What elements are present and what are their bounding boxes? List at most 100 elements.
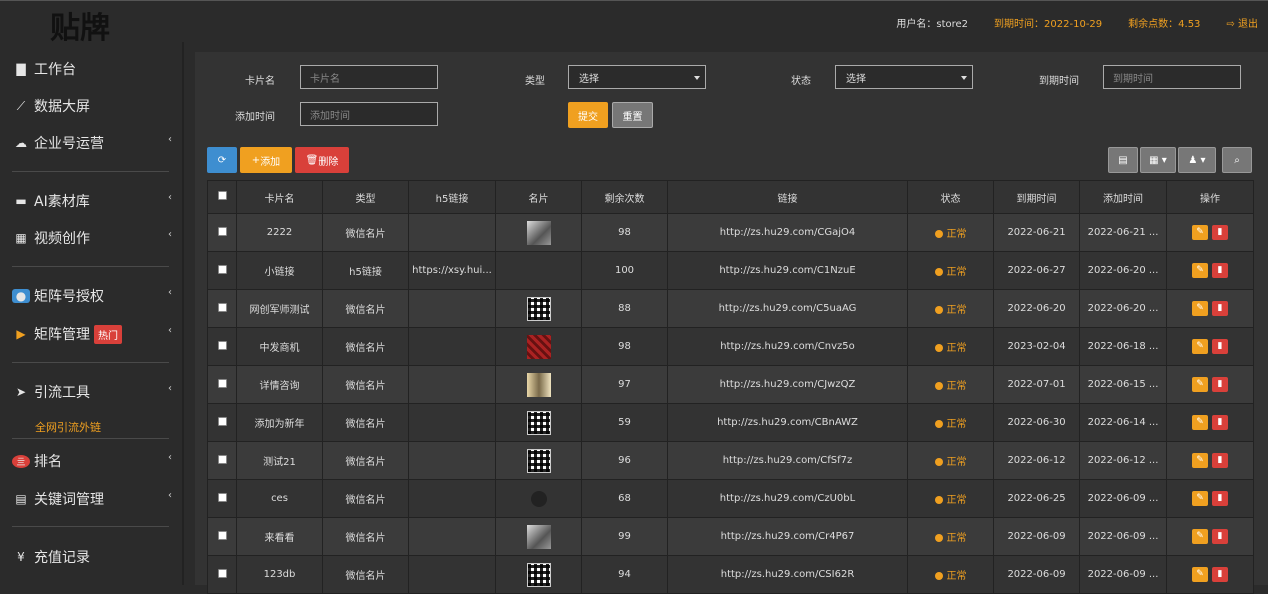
select-all-checkbox[interactable] xyxy=(217,191,227,200)
status-text: 正常 xyxy=(946,267,967,278)
card-name-cell: 添加为新年 xyxy=(236,403,323,442)
edit-button[interactable]: ✎ xyxy=(1192,377,1208,392)
row-checkbox[interactable] xyxy=(217,264,227,274)
delete-row-button[interactable]: ▮ xyxy=(1212,567,1228,582)
edit-button[interactable]: ✎ xyxy=(1192,529,1208,544)
edit-button[interactable]: ✎ xyxy=(1192,491,1208,506)
added-cell: 2022-06-09 ... xyxy=(1079,479,1167,518)
column-header: 名片 xyxy=(495,180,582,214)
row-select-cell[interactable] xyxy=(207,441,237,480)
row-select-cell[interactable] xyxy=(207,403,237,442)
card-thumbnail[interactable] xyxy=(526,410,551,435)
delete-row-button[interactable]: ▮ xyxy=(1212,529,1228,544)
row-checkbox[interactable] xyxy=(217,416,227,426)
edit-button[interactable]: ✎ xyxy=(1192,567,1208,582)
row-checkbox[interactable] xyxy=(217,378,227,388)
sidebar-item-video[interactable]: ▦ 视频创作 ‹ xyxy=(12,227,172,249)
sidebar-item-label: 引流工具 xyxy=(34,385,90,401)
expire-input[interactable]: 到期时间 xyxy=(1103,65,1241,89)
sidebar-item-workbench[interactable]: ▇ 工作台 xyxy=(12,58,172,80)
delete-row-button[interactable]: ▮ xyxy=(1212,339,1228,354)
status-text: 正常 xyxy=(946,495,967,506)
select-all-cell[interactable] xyxy=(207,180,237,214)
submit-button[interactable]: 提交 xyxy=(568,102,608,128)
play-icon: ▶ xyxy=(16,327,26,341)
actions-cell: ✎ ▮ xyxy=(1166,327,1254,366)
sidebar-item-enterprise[interactable]: ☁ 企业号运营 ‹ xyxy=(12,132,172,154)
reset-button[interactable]: 重置 xyxy=(612,102,653,128)
refresh-button[interactable]: ⟳ xyxy=(207,147,237,173)
sidebar-item-ranking[interactable]: 亖 排名 ‹ xyxy=(12,450,172,472)
sidebar-item-ai-library[interactable]: ▬ AI素材库 ‹ xyxy=(12,190,172,212)
card-thumbnail[interactable] xyxy=(526,524,551,549)
link-cell: http://zs.hu29.com/C1NzuE xyxy=(667,251,908,290)
added-time-input[interactable]: 添加时间 xyxy=(300,102,438,126)
sidebar-item-recharge[interactable]: ¥ 充值记录 xyxy=(12,546,172,568)
chevron-icon: ‹ xyxy=(168,383,172,394)
delete-row-button[interactable]: ▮ xyxy=(1212,453,1228,468)
sidebar-item-matrix-manage[interactable]: ▶ 矩阵管理 热门 ‹ xyxy=(12,323,172,345)
row-checkbox[interactable] xyxy=(217,568,227,578)
user-filter-button[interactable]: ♟ ▾ xyxy=(1178,147,1216,173)
card-thumbnail[interactable] xyxy=(526,562,551,587)
sidebar-item-label: 视频创作 xyxy=(34,231,90,247)
row-select-cell[interactable] xyxy=(207,213,237,252)
row-checkbox[interactable] xyxy=(217,226,227,236)
card-thumbnail[interactable] xyxy=(526,296,551,321)
card-thumbnail[interactable] xyxy=(526,372,551,397)
added-time-label: 添加时间 xyxy=(235,112,275,123)
sidebar-item-keywords[interactable]: ▤ 关键词管理 ‹ xyxy=(12,488,172,510)
delete-row-button[interactable]: ▮ xyxy=(1212,377,1228,392)
pencil-icon: ✎ xyxy=(1196,569,1204,579)
row-checkbox[interactable] xyxy=(217,530,227,540)
type-select[interactable]: 选择 xyxy=(568,65,706,89)
card-thumbnail[interactable] xyxy=(526,220,551,245)
row-checkbox[interactable] xyxy=(217,492,227,502)
card-image-cell xyxy=(495,555,582,594)
card-image-cell xyxy=(495,327,582,366)
card-thumbnail[interactable] xyxy=(526,448,551,473)
row-select-cell[interactable] xyxy=(207,555,237,594)
sidebar-item-dashboard[interactable]: ⟋ 数据大屏 xyxy=(12,95,172,117)
export-button[interactable]: ▤ xyxy=(1108,147,1138,173)
sidebar-item-traffic-tools[interactable]: ➤ 引流工具 ‹ xyxy=(12,381,172,403)
row-select-cell[interactable] xyxy=(207,289,237,328)
columns-button[interactable]: ▦ ▾ xyxy=(1140,147,1176,173)
row-checkbox[interactable] xyxy=(217,302,227,312)
link-cell: http://zs.hu29.com/CJwzQZ xyxy=(667,365,908,404)
sidebar-subitem-external-links[interactable]: 全网引流外链 xyxy=(35,419,101,435)
edit-button[interactable]: ✎ xyxy=(1192,301,1208,316)
row-select-cell[interactable] xyxy=(207,251,237,290)
delete-row-button[interactable]: ▮ xyxy=(1212,301,1228,316)
sidebar-item-label: 企业号运营 xyxy=(34,136,104,152)
delete-row-button[interactable]: ▮ xyxy=(1212,491,1228,506)
row-select-cell[interactable] xyxy=(207,479,237,518)
edit-button[interactable]: ✎ xyxy=(1192,263,1208,278)
card-thumbnail[interactable] xyxy=(530,490,547,507)
status-select[interactable]: 选择 xyxy=(835,65,973,89)
edit-button[interactable]: ✎ xyxy=(1192,339,1208,354)
delete-row-button[interactable]: ▮ xyxy=(1212,415,1228,430)
logout-link[interactable]: ⇨ 退出 xyxy=(1226,15,1258,30)
card-thumbnail[interactable] xyxy=(526,334,551,359)
card-name-input[interactable]: 卡片名 xyxy=(300,65,438,89)
table-row: 测试21 微信名片 96 http://zs.hu29.com/CfSf7z 正常 202… xyxy=(207,441,1254,480)
row-select-cell[interactable] xyxy=(207,517,237,556)
row-checkbox[interactable] xyxy=(217,340,227,350)
add-button[interactable]: + 添加 xyxy=(240,147,292,173)
status-text: 正常 xyxy=(946,381,967,392)
edit-button[interactable]: ✎ xyxy=(1192,415,1208,430)
row-select-cell[interactable] xyxy=(207,327,237,366)
delete-button[interactable]: 🗑 删除 xyxy=(295,147,349,173)
delete-row-button[interactable]: ▮ xyxy=(1212,263,1228,278)
delete-row-button[interactable]: ▮ xyxy=(1212,225,1228,240)
edit-button[interactable]: ✎ xyxy=(1192,225,1208,240)
sidebar-item-matrix-auth[interactable]: ● 矩阵号授权 ‹ xyxy=(12,285,172,307)
row-checkbox[interactable] xyxy=(217,454,227,464)
edit-button[interactable]: ✎ xyxy=(1192,453,1208,468)
expire-cell: 2022-06-09 xyxy=(993,517,1080,556)
table-row: 来看看 微信名片 99 http://zs.hu29.com/Cr4P67 正常 2022… xyxy=(207,517,1254,556)
row-select-cell[interactable] xyxy=(207,365,237,404)
card-name-label: 卡片名 xyxy=(245,76,275,87)
search-button[interactable]: ⌕ xyxy=(1222,147,1252,173)
